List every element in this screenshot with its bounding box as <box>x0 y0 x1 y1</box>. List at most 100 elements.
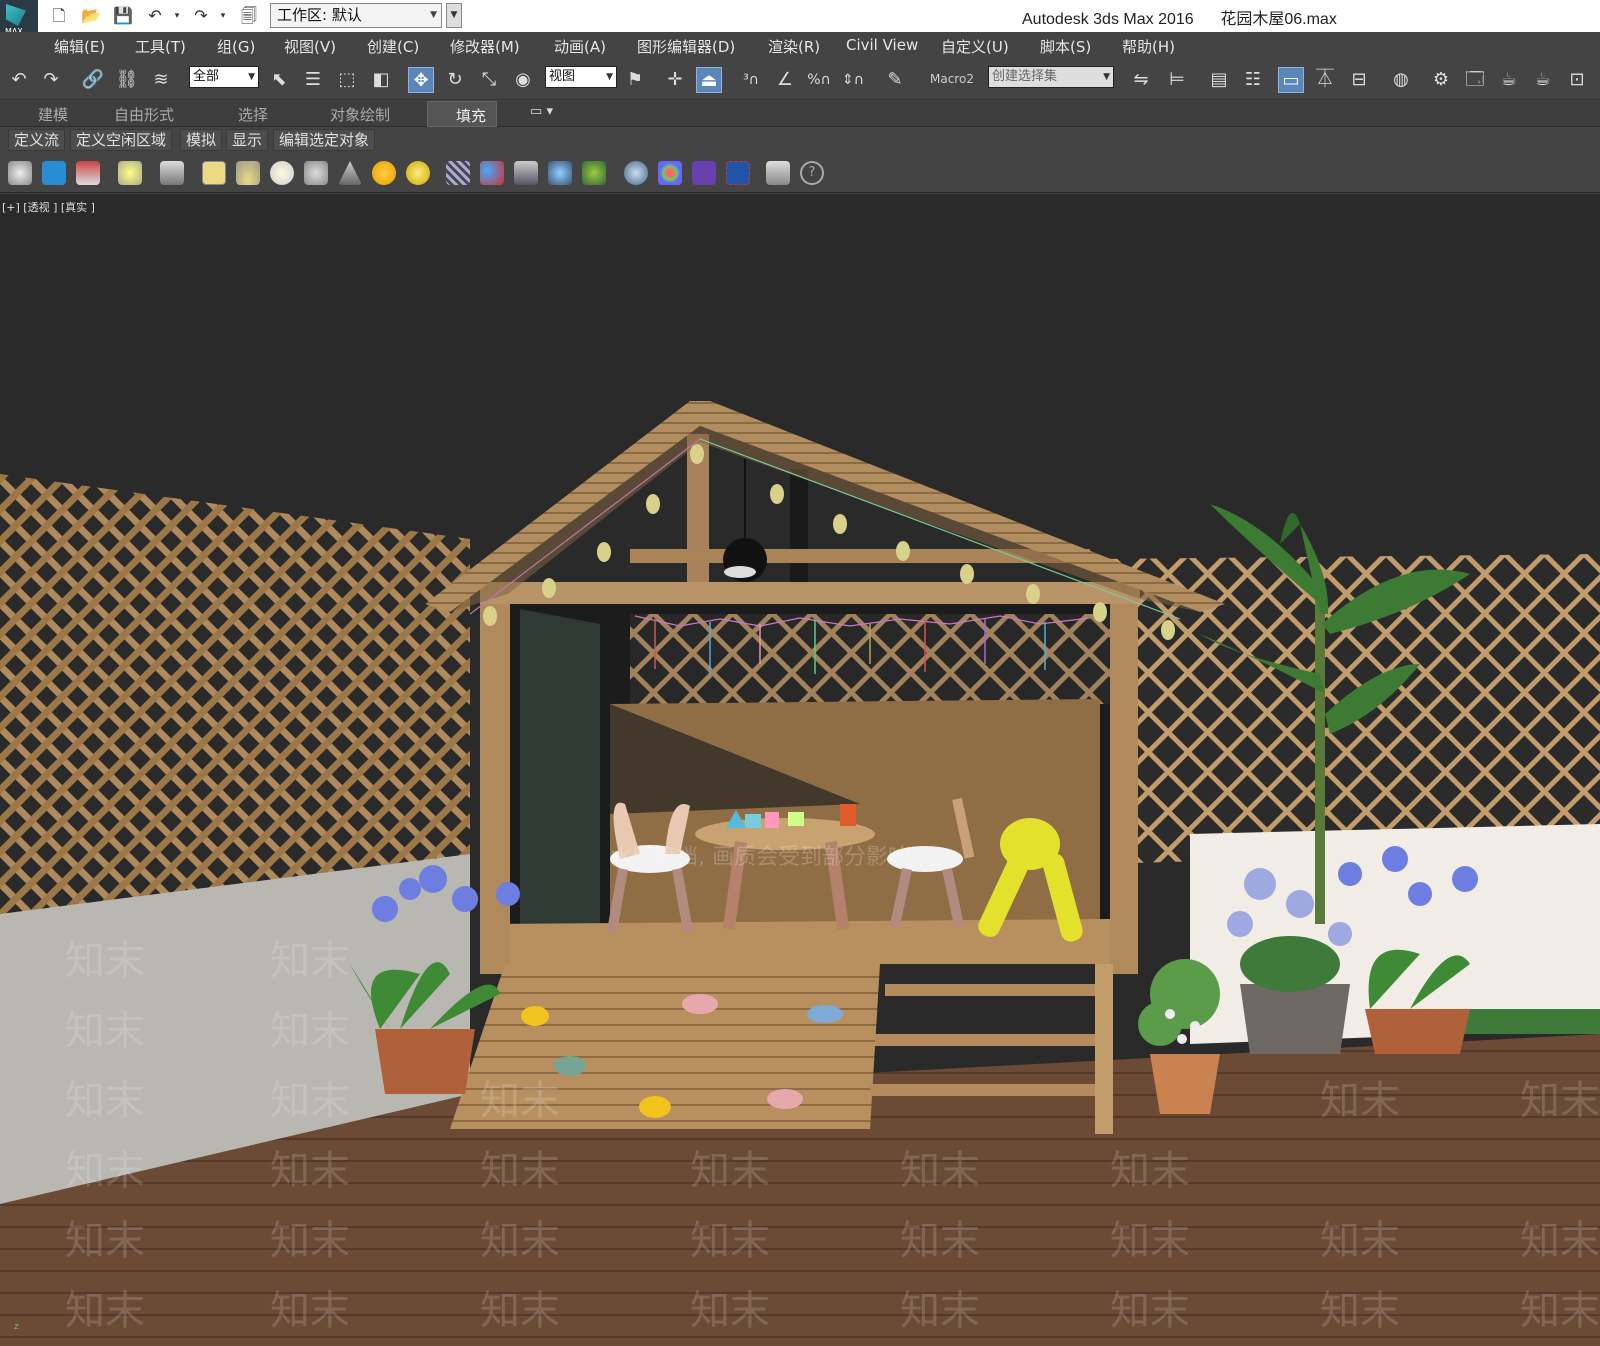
project-folder-icon[interactable]: 🗐 <box>238 5 260 27</box>
tab-freeform[interactable]: 自由形式 <box>114 104 174 125</box>
panel-display[interactable]: 显示 <box>226 129 269 151</box>
manipulate-icon[interactable]: ✛ <box>662 67 688 93</box>
select-and-scale-icon[interactable]: ⤡ <box>476 67 502 93</box>
window-crossing-icon[interactable]: ◧ <box>368 67 394 93</box>
menu-edit[interactable]: 编辑(E) <box>54 36 105 57</box>
select-and-link-icon[interactable]: 🔗 <box>80 67 106 93</box>
ribbon-options-button[interactable]: ▭ ▾ <box>530 104 553 119</box>
create-toolbar: ? <box>0 153 1600 193</box>
rectangular-selection-icon[interactable]: ⬚ <box>334 67 360 93</box>
menu-animation[interactable]: 动画(A) <box>554 36 606 57</box>
panel-define-idle-areas[interactable]: 定义空闲区域 <box>70 129 173 151</box>
curve-editor-icon[interactable]: ⏄ <box>1312 67 1338 93</box>
undo-dropdown-icon[interactable]: ▾ <box>166 5 188 27</box>
macro-label[interactable]: Macro2 <box>930 72 974 86</box>
render-shaded-icon[interactable] <box>42 161 66 185</box>
render-iterative-icon[interactable]: ☕ <box>1530 67 1556 93</box>
render-frame-icon[interactable] <box>726 161 750 185</box>
render-in-cloud-icon[interactable]: ⊡ <box>1564 67 1590 93</box>
menu-civil-view[interactable]: Civil View <box>846 36 918 54</box>
tab-modeling[interactable]: 建模 <box>38 104 68 125</box>
color-palette-icon[interactable] <box>658 161 682 185</box>
named-selection-set-select[interactable]: 创建选择集 ▼ <box>988 66 1114 88</box>
tab-populate[interactable]: 填充 <box>427 101 497 127</box>
undo-icon[interactable]: ↶ <box>6 67 32 93</box>
new-file-icon[interactable]: 🗋 <box>48 5 70 27</box>
menu-rendering[interactable]: 渲染(R) <box>768 36 820 57</box>
sphere-icon[interactable] <box>270 161 294 185</box>
reference-coordinate-select[interactable]: 视图 ▼ <box>545 66 617 88</box>
tab-object-paint[interactable]: 对象绘制 <box>330 104 390 125</box>
panel-define-flows[interactable]: 定义流 <box>8 129 66 151</box>
redo-dropdown-icon[interactable]: ▾ <box>212 5 234 27</box>
percent-snap-icon[interactable]: %∩ <box>806 67 832 93</box>
file-link-icon[interactable] <box>766 161 790 185</box>
rendered-frame-window-icon[interactable]: 🗔 <box>1462 67 1488 93</box>
open-file-icon[interactable]: 📂 <box>80 5 102 27</box>
keyboard-shortcut-override-icon[interactable]: ⏏ <box>696 67 722 93</box>
spinner-snap-icon[interactable]: ⇕∩ <box>840 67 866 93</box>
help-icon[interactable]: ? <box>800 161 824 185</box>
edit-named-selection-icon[interactable]: ✎ <box>882 67 908 93</box>
menu-graph-editors[interactable]: 图形编辑器(D) <box>637 36 735 57</box>
render-region-icon[interactable] <box>76 161 100 185</box>
particle-icon[interactable] <box>446 161 470 185</box>
select-by-name-icon[interactable]: ☰ <box>300 67 326 93</box>
teapot-icon[interactable] <box>8 161 32 185</box>
select-and-place-icon[interactable]: ◉ <box>510 67 536 93</box>
material-editor-icon[interactable]: ◍ <box>1388 67 1414 93</box>
mirror-icon[interactable]: ⇋ <box>1128 67 1154 93</box>
menu-views[interactable]: 视图(V) <box>284 36 336 57</box>
unlink-selection-icon[interactable]: ⛓ <box>114 67 140 93</box>
chevron-down-icon: ▼ <box>1103 72 1110 82</box>
omni-light-icon[interactable] <box>406 161 430 185</box>
layer-manager-icon[interactable]: ▤ <box>1206 67 1232 93</box>
plane-icon[interactable] <box>202 161 226 185</box>
paint-icon[interactable] <box>692 161 716 185</box>
geosphere-icon[interactable] <box>304 161 328 185</box>
menu-group[interactable]: 组(G) <box>217 36 255 57</box>
viewport-label[interactable]: [+] [透视 ] [真实 ] <box>2 199 95 215</box>
panel-simulate[interactable]: 模拟 <box>180 129 223 151</box>
viewport-perspective[interactable]: 知末 知末 知末 知末 知末 知末 知末 知末 知末 知末 知末 知末 知末 知… <box>0 194 1600 1346</box>
menu-help[interactable]: 帮助(H) <box>1122 36 1175 57</box>
scene-explorer-icon[interactable]: ☷ <box>1240 67 1266 93</box>
menu-modifiers[interactable]: 修改器(M) <box>450 36 520 57</box>
redo-icon[interactable]: ↷ <box>190 5 212 27</box>
menu-scripting[interactable]: 脚本(S) <box>1040 36 1091 57</box>
redo-icon[interactable]: ↷ <box>38 67 64 93</box>
pivot-center-icon[interactable]: ⚑ <box>622 67 648 93</box>
light-icon[interactable] <box>118 161 142 185</box>
render-setup-icon[interactable]: ⚙ <box>1428 67 1454 93</box>
menu-tools[interactable]: 工具(T) <box>135 36 186 57</box>
graphite-ribbon-toggle-icon[interactable]: ▭ <box>1278 67 1304 93</box>
menu-create[interactable]: 创建(C) <box>367 36 419 57</box>
select-object-icon[interactable]: ⬉ <box>266 67 292 93</box>
camera-icon[interactable] <box>160 161 184 185</box>
menu-customize[interactable]: 自定义(U) <box>941 36 1009 57</box>
selection-filter-select[interactable]: 全部 ▼ <box>189 66 259 88</box>
tab-selection[interactable]: 选择 <box>238 104 268 125</box>
workspace-select[interactable]: 工作区: 默认 ▼ <box>270 3 442 28</box>
schematic-view-icon[interactable]: ⊟ <box>1346 67 1372 93</box>
hemisphere-icon[interactable] <box>236 161 260 185</box>
sun-icon[interactable] <box>372 161 396 185</box>
quick-access-expand-icon[interactable]: ▼ <box>446 3 462 28</box>
angle-snap-icon[interactable]: ∠ <box>772 67 798 93</box>
align-icon[interactable]: ⊨ <box>1164 67 1190 93</box>
snaps-toggle-icon[interactable]: ³∩ <box>738 67 764 93</box>
undo-icon[interactable]: ↶ <box>144 5 166 27</box>
render-production-icon[interactable]: ☕ <box>1496 67 1522 93</box>
cone-icon[interactable] <box>338 161 362 185</box>
save-icon[interactable]: 💾 <box>112 5 134 27</box>
chevron-down-icon: ▾ <box>546 104 553 119</box>
dynamics-icon[interactable] <box>480 161 504 185</box>
panel-edit-selected[interactable]: 编辑选定对象 <box>273 129 376 151</box>
bind-to-space-warp-icon[interactable]: ≋ <box>148 67 174 93</box>
grid-helper-icon[interactable] <box>514 161 538 185</box>
spacewarp-icon[interactable] <box>548 161 572 185</box>
foliage-icon[interactable] <box>582 161 606 185</box>
select-and-move-icon[interactable]: ✥ <box>408 67 434 93</box>
material-sphere-icon[interactable] <box>624 161 648 185</box>
select-and-rotate-icon[interactable]: ↻ <box>442 67 468 93</box>
